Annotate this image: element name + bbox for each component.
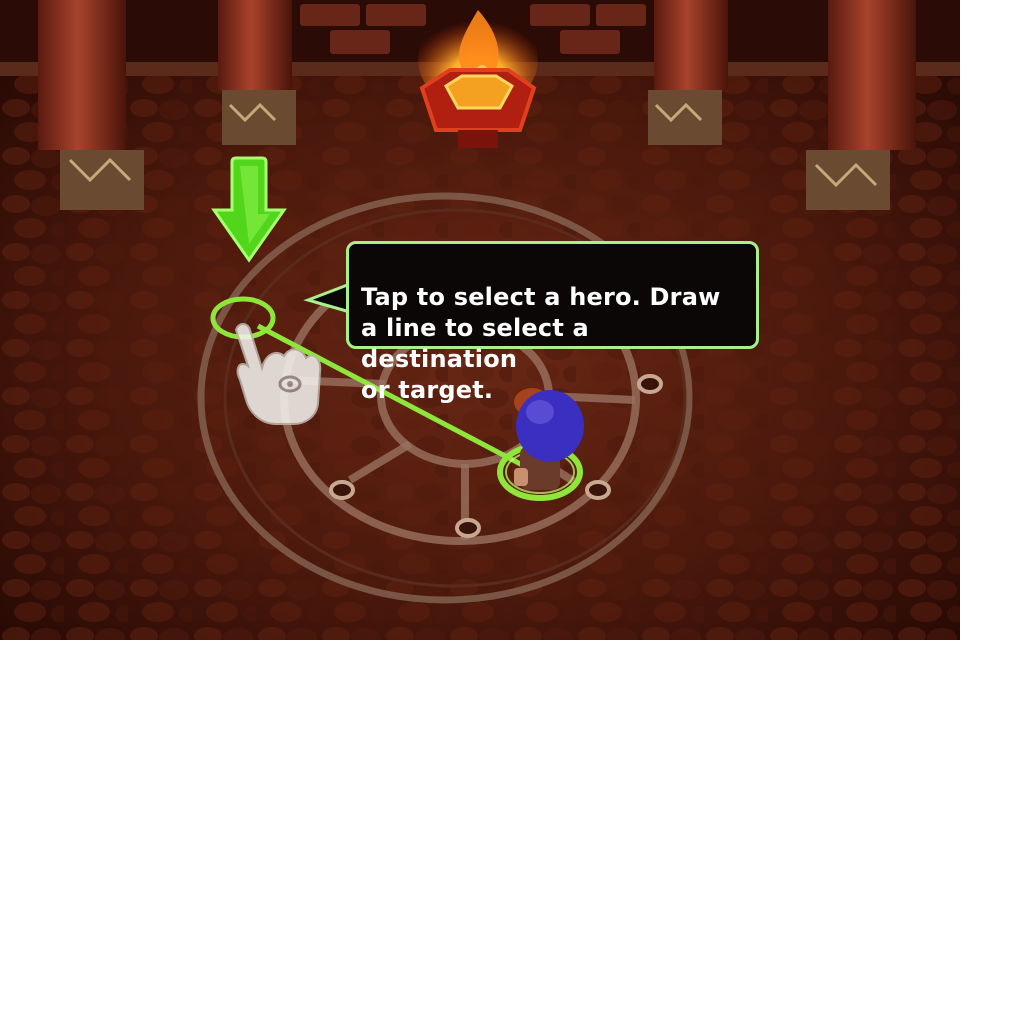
tutorial-tooltip: Tap to select a hero. Draw a line to sel… bbox=[346, 241, 759, 404]
fire-brazier bbox=[418, 10, 538, 148]
pillar bbox=[648, 0, 728, 145]
game-scene[interactable]: Tap to select a hero. Draw a line to sel… bbox=[0, 0, 960, 640]
pillar bbox=[218, 0, 296, 145]
